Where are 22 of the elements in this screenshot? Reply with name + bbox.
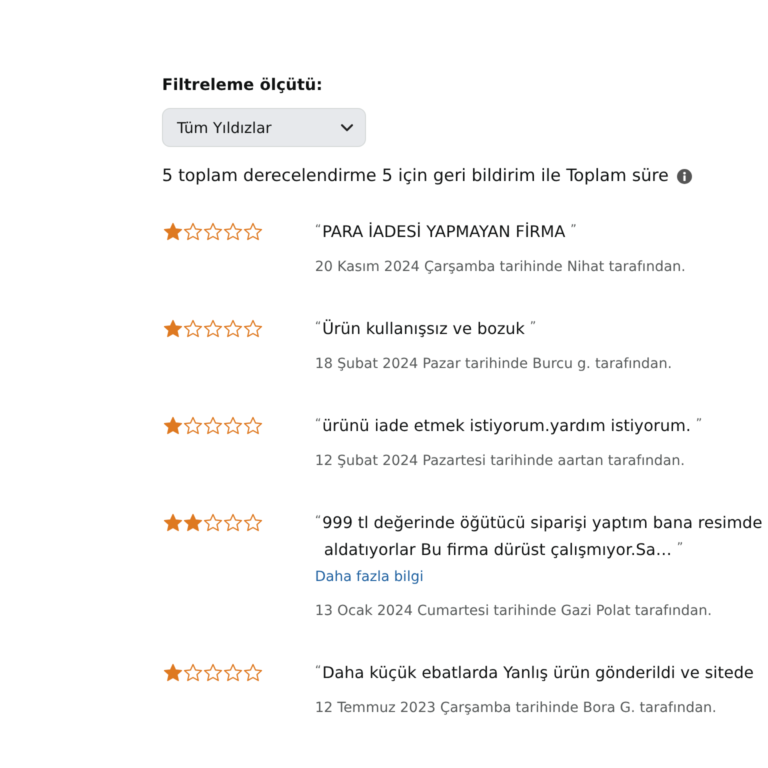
filled-star-icon <box>163 319 183 338</box>
review-byline: 12 Temmuz 2023 Çarşamba tarihinde Bora G. tarafından. <box>315 699 717 717</box>
review-title: $^{“}$Ürün kullanışsız ve bozuk $^{”}$ <box>315 318 538 340</box>
filled-star-icon <box>183 513 203 532</box>
review-title: $^{“}$ürünü iade etmek istiyorum.yardım istiyorum. $^{”}$ <box>315 414 704 437</box>
rating-summary: 5 toplam derecelendirme 5 için geri bildirim ile Toplam süre <box>162 166 669 186</box>
review-title: $^{“}$Daha küçük ebatlarda Yanlış ürün gönderildi ve sitede <box>315 662 754 684</box>
review-title: $^{“}$999 tl değerinde öğütücü siparişi yaptım bana resimde aldatıyorlar Bu firma dürüst çalışmıyor.Sa… $^{”}$ <box>315 512 762 561</box>
filter-label: Filtreleme ölçütü: <box>162 75 323 95</box>
review-byline: 20 Kasım 2024 Çarşamba tarihinde Nihat tarafından. <box>315 258 686 276</box>
review-byline: 18 Şubat 2024 Pazar tarihinde Burcu g. tarafından. <box>315 355 672 373</box>
star-filter-dropdown[interactable]: Tüm Yıldızlar <box>162 108 366 147</box>
chevron-down-icon <box>341 124 353 132</box>
review-title: $^{“}$PARA İADESİ YAPMAYAN FİRMA $^{”}$ <box>315 220 578 243</box>
filled-star-icon <box>163 513 183 532</box>
filled-star-icon <box>163 222 183 241</box>
filled-star-icon <box>163 416 183 435</box>
info-icon[interactable] <box>676 168 692 184</box>
review-byline: 13 Ocak 2024 Cumartesi tarihinde Gazi Polat tarafından. <box>315 602 712 620</box>
review-byline: 12 Şubat 2024 Pazartesi tarihinde aartan tarafından. <box>315 452 685 470</box>
read-more-link[interactable]: Daha fazla bilgi <box>315 567 424 587</box>
filled-star-icon <box>163 663 183 682</box>
